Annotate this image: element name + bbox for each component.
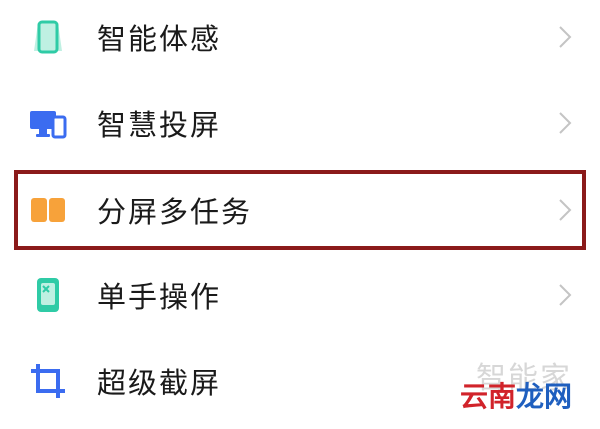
watermark-bottom: 云南龙网 — [460, 375, 572, 415]
chevron-right-icon — [559, 26, 572, 48]
chevron-right-icon — [559, 112, 572, 134]
phone-outline-icon — [34, 20, 62, 54]
screen-cast-icon — [30, 111, 67, 139]
settings-item-label: 智慧投屏 — [97, 108, 222, 142]
settings-item-smart-motion[interactable]: 智能体感 — [0, 0, 600, 80]
split-screen-icon — [31, 198, 65, 222]
one-hand-icon — [37, 278, 59, 312]
watermark-bottom-part1: 云南 — [459, 380, 516, 413]
settings-item-smart-cast[interactable]: 智慧投屏 — [0, 80, 600, 166]
settings-list: 智能体感 智慧投屏 分屏多任务 单手操作 超级截屏 智能家 云南龙网 — [0, 0, 600, 429]
crop-icon — [31, 364, 65, 398]
settings-item-label: 分屏多任务 — [97, 195, 253, 229]
settings-item-split-screen[interactable]: 分屏多任务 — [0, 167, 600, 253]
settings-item-label: 超级截屏 — [97, 366, 222, 400]
chevron-right-icon — [559, 284, 572, 306]
settings-item-label: 智能体感 — [97, 22, 222, 56]
chevron-right-icon — [559, 199, 572, 221]
settings-item-one-hand[interactable]: 单手操作 — [0, 252, 600, 338]
settings-item-label: 单手操作 — [97, 280, 222, 314]
watermark-bottom-part2: 龙网 — [515, 380, 572, 413]
watermark: 智能家 云南龙网 — [402, 353, 572, 415]
